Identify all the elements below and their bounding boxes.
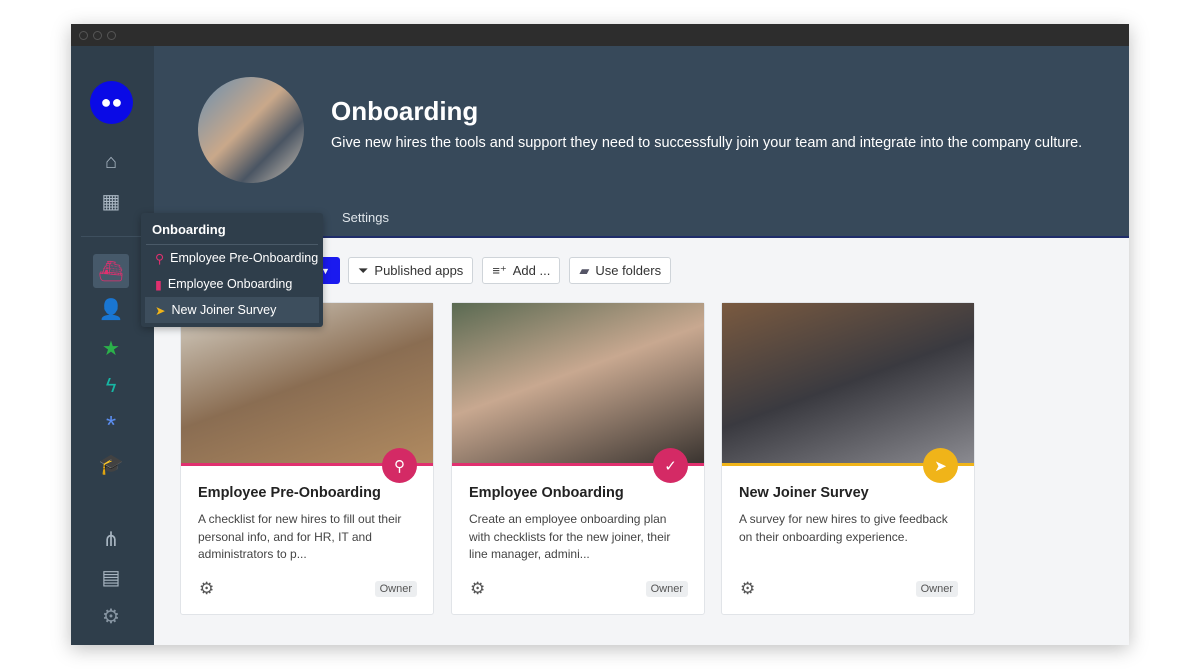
published-apps-button[interactable]: ⏷ Published apps xyxy=(348,257,474,284)
paper-plane-icon: ➤ xyxy=(923,448,958,483)
toolbar: ⏷ Published apps ≡⁺ Add ... ▰ Use folders xyxy=(348,257,672,284)
add-button[interactable]: ≡⁺ Add ... xyxy=(482,257,561,284)
menu-item-pre-onboarding[interactable]: ⚲ Employee Pre-Onboarding xyxy=(145,245,319,271)
use-folders-button[interactable]: ▰ Use folders xyxy=(569,257,672,284)
home-icon[interactable]: ⌂ xyxy=(93,145,129,179)
add-list-icon: ≡⁺ xyxy=(492,262,507,278)
menu-item-onboarding[interactable]: ▮ Employee Onboarding xyxy=(145,271,319,297)
card-title[interactable]: Employee Onboarding xyxy=(469,485,624,501)
published-apps-label: Published apps xyxy=(374,263,464,278)
list-icon[interactable]: ▤ xyxy=(93,560,129,594)
onboarding-avatar-image xyxy=(198,77,304,183)
menu-item-label: New Joiner Survey xyxy=(171,303,277,317)
card-image xyxy=(722,303,974,466)
paper-plane-icon: ➤ xyxy=(155,303,166,318)
sidebar-flyout-menu: Onboarding ⚲ Employee Pre-Onboarding ▮ Emp… xyxy=(141,213,323,327)
page-description: Give new hires the tools and support the… xyxy=(331,135,1083,151)
bicycle-icon: ⚲ xyxy=(382,448,417,483)
card-image xyxy=(452,303,704,466)
role-badge: Owner xyxy=(374,581,417,597)
menu-item-survey[interactable]: ➤ New Joiner Survey xyxy=(145,297,319,323)
bicycle-icon: ⚲ xyxy=(155,251,165,266)
zoom-dot[interactable] xyxy=(107,30,116,40)
folder-icon: ▰ xyxy=(579,262,590,278)
filter-icon: ⏷ xyxy=(358,262,369,278)
ship-icon[interactable]: ⛴ xyxy=(93,254,129,288)
role-badge: Owner xyxy=(915,581,958,597)
add-label: Add ... xyxy=(512,263,551,278)
tab-settings[interactable]: Settings xyxy=(342,210,389,225)
gear-icon[interactable]: ⚙ xyxy=(93,599,129,633)
title-bar xyxy=(71,24,1129,46)
star-icon[interactable]: ★ xyxy=(93,331,129,365)
card-image xyxy=(181,303,433,466)
asterisk-icon[interactable]: * xyxy=(93,408,129,442)
app-window: ●● ⌂ ▦ ⛴ 👤 ★ ϟ * 🎓 ⋔ ▤ ⚙ Onboarding Give… xyxy=(71,24,1129,645)
card-settings-icon[interactable]: ⚙ xyxy=(740,579,755,599)
grid-icon[interactable]: ▦ xyxy=(93,184,129,218)
card-title[interactable]: Employee Pre-Onboarding xyxy=(198,485,381,501)
app-card[interactable]: ✓ Employee Onboarding Create an employee… xyxy=(451,302,705,615)
clipboard-check-icon: ▮ xyxy=(155,277,162,292)
close-dot[interactable] xyxy=(79,30,88,40)
menu-item-label: Employee Pre-Onboarding xyxy=(170,251,319,265)
role-badge: Owner xyxy=(645,581,688,597)
minimize-dot[interactable] xyxy=(93,30,102,40)
page-title: Onboarding xyxy=(331,96,479,126)
card-description: Create an employee onboarding plan with … xyxy=(469,512,671,561)
use-folders-label: Use folders xyxy=(595,263,662,278)
app-card[interactable]: ➤ New Joiner Survey A survey for new hir… xyxy=(721,302,975,615)
bolt-icon[interactable]: ϟ xyxy=(93,369,129,403)
sidebar: ●● ⌂ ▦ ⛴ 👤 ★ ϟ * 🎓 ⋔ ▤ ⚙ xyxy=(71,46,154,645)
menu-item-label: Employee Onboarding xyxy=(167,277,293,291)
card-settings-icon[interactable]: ⚙ xyxy=(470,579,485,599)
sitemap-icon[interactable]: ⋔ xyxy=(93,522,129,556)
card-settings-icon[interactable]: ⚙ xyxy=(199,579,214,599)
app-card[interactable]: ⚲ Employee Pre-Onboarding A checklist fo… xyxy=(180,302,434,615)
clipboard-check-icon: ✓ xyxy=(653,448,688,483)
user-edit-icon[interactable]: 👤 xyxy=(93,292,129,326)
card-description: A survey for new hires to give feedback … xyxy=(739,512,948,544)
card-description: A checklist for new hires to fill out th… xyxy=(198,512,402,561)
header: Onboarding Give new hires the tools and … xyxy=(154,46,1129,238)
logo[interactable]: ●● xyxy=(90,81,133,124)
graduation-cap-icon[interactable]: 🎓 xyxy=(93,447,129,481)
flyout-title: Onboarding xyxy=(152,222,226,237)
card-title[interactable]: New Joiner Survey xyxy=(739,485,869,501)
